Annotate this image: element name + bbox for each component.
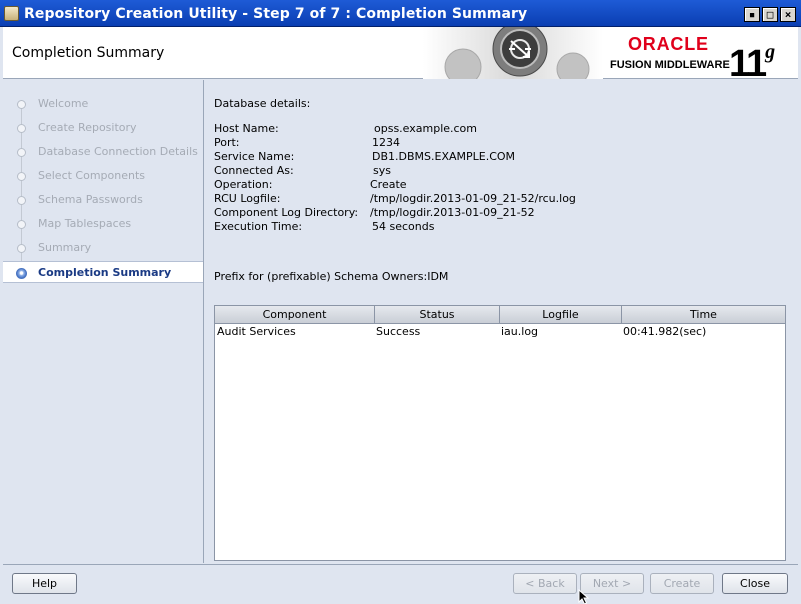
nav-step-label: Select Components	[38, 169, 146, 182]
cell-status: Success	[376, 325, 421, 338]
step-current-icon	[16, 268, 27, 279]
header-banner: Completion Summary ORACLE FUSION MIDDLEW…	[3, 27, 798, 85]
column-header-status[interactable]: Status	[375, 306, 500, 324]
close-window-button[interactable]: ×	[780, 7, 796, 22]
oracle-wordmark: ORACLE	[628, 34, 709, 54]
nav-step-label: Completion Summary	[38, 266, 172, 279]
page-title: Completion Summary	[12, 45, 165, 61]
close-button[interactable]: Close	[722, 573, 788, 594]
back-button[interactable]: < Back	[513, 573, 577, 594]
create-button[interactable]: Create	[650, 573, 714, 594]
detail-value: sys	[373, 164, 391, 177]
nav-step-label: Summary	[38, 241, 92, 254]
nav-step-label: Create Repository	[38, 121, 137, 134]
detail-key: Service Name:	[214, 150, 295, 163]
database-details-heading: Database details:	[214, 97, 311, 110]
version-suffix: g	[765, 41, 776, 63]
cell-time: 00:41.982(sec)	[623, 325, 707, 338]
help-button[interactable]: Help	[12, 573, 77, 594]
detail-value: opss.example.com	[374, 122, 478, 135]
fusion-middleware-wordmark: FUSION MIDDLEWARE	[610, 59, 730, 71]
detail-key: Operation:	[214, 178, 273, 191]
detail-key: Host Name:	[214, 122, 279, 135]
column-header-component[interactable]: Component	[215, 306, 375, 324]
detail-key: Component Log Directory:	[214, 206, 359, 219]
wizard-window: Completion Summary ORACLE FUSION MIDDLEW…	[0, 27, 801, 604]
maximize-button[interactable]: □	[762, 7, 778, 22]
detail-value: /tmp/logdir.2013-01-09_21-52/rcu.log	[370, 192, 576, 205]
detail-key: Execution Time:	[214, 220, 303, 233]
detail-key: Port:	[214, 136, 240, 149]
detail-value: 54 seconds	[372, 220, 435, 233]
content-panel: Database details: Host Name: opss.exampl…	[205, 80, 798, 563]
step-done-icon	[17, 172, 26, 181]
table-row[interactable]: Audit Services Success iau.log 00:41.982…	[215, 324, 785, 339]
detail-value: /tmp/logdir.2013-01-09_21-52	[370, 206, 535, 219]
nav-step-label: Database Connection Details	[38, 145, 198, 158]
nav-step-welcome[interactable]: Welcome	[3, 93, 203, 115]
wizard-footer: Help < Back Next > Create Close	[3, 564, 798, 604]
mouse-pointer-icon	[578, 589, 590, 604]
detail-value: 1234	[372, 136, 400, 149]
step-done-icon	[17, 100, 26, 109]
step-done-icon	[17, 244, 26, 253]
nav-step-label: Map Tablespaces	[38, 217, 132, 230]
component-results-table[interactable]: Component Status Logfile Time Audit Serv…	[214, 305, 786, 561]
app-icon	[4, 6, 19, 21]
nav-step-completion-summary[interactable]: Completion Summary	[3, 261, 203, 283]
step-done-icon	[17, 196, 26, 205]
schema-prefix-text: Prefix for (prefixable) Schema Owners:ID…	[214, 270, 449, 283]
step-done-icon	[17, 148, 26, 157]
detail-value: Create	[370, 178, 407, 191]
version-logo: 11g	[729, 31, 775, 85]
window-titlebar[interactable]: Repository Creation Utility - Step 7 of …	[0, 0, 801, 27]
cell-component: Audit Services	[217, 325, 296, 338]
step-done-icon	[17, 220, 26, 229]
wizard-step-nav: Welcome Create Repository Database Conne…	[3, 80, 204, 563]
oracle-logo: ORACLE FUSION MIDDLEWARE	[610, 34, 730, 73]
nav-step-summary[interactable]: Summary	[3, 237, 203, 259]
nav-step-create-repository[interactable]: Create Repository	[3, 117, 203, 139]
nav-step-select-components[interactable]: Select Components	[3, 165, 203, 187]
nav-step-schema-passwords[interactable]: Schema Passwords	[3, 189, 203, 211]
column-header-logfile[interactable]: Logfile	[500, 306, 622, 324]
table-header: Component Status Logfile Time	[215, 306, 785, 324]
detail-key: Connected As:	[214, 164, 294, 177]
column-header-time[interactable]: Time	[622, 306, 785, 324]
nav-step-label: Welcome	[38, 97, 89, 110]
detail-value: DB1.DBMS.EXAMPLE.COM	[372, 150, 516, 163]
window-title: Repository Creation Utility - Step 7 of …	[24, 6, 528, 22]
cell-logfile: iau.log	[501, 325, 539, 338]
step-done-icon	[17, 124, 26, 133]
nav-step-label: Schema Passwords	[38, 193, 143, 206]
detail-key: RCU Logfile:	[214, 192, 281, 205]
version-number: 11	[729, 43, 767, 85]
gears-graphic-icon	[423, 27, 603, 79]
nav-step-map-tablespaces[interactable]: Map Tablespaces	[3, 213, 203, 235]
nav-step-database-connection[interactable]: Database Connection Details	[3, 141, 203, 163]
minimize-button[interactable]: ▪	[744, 7, 760, 22]
